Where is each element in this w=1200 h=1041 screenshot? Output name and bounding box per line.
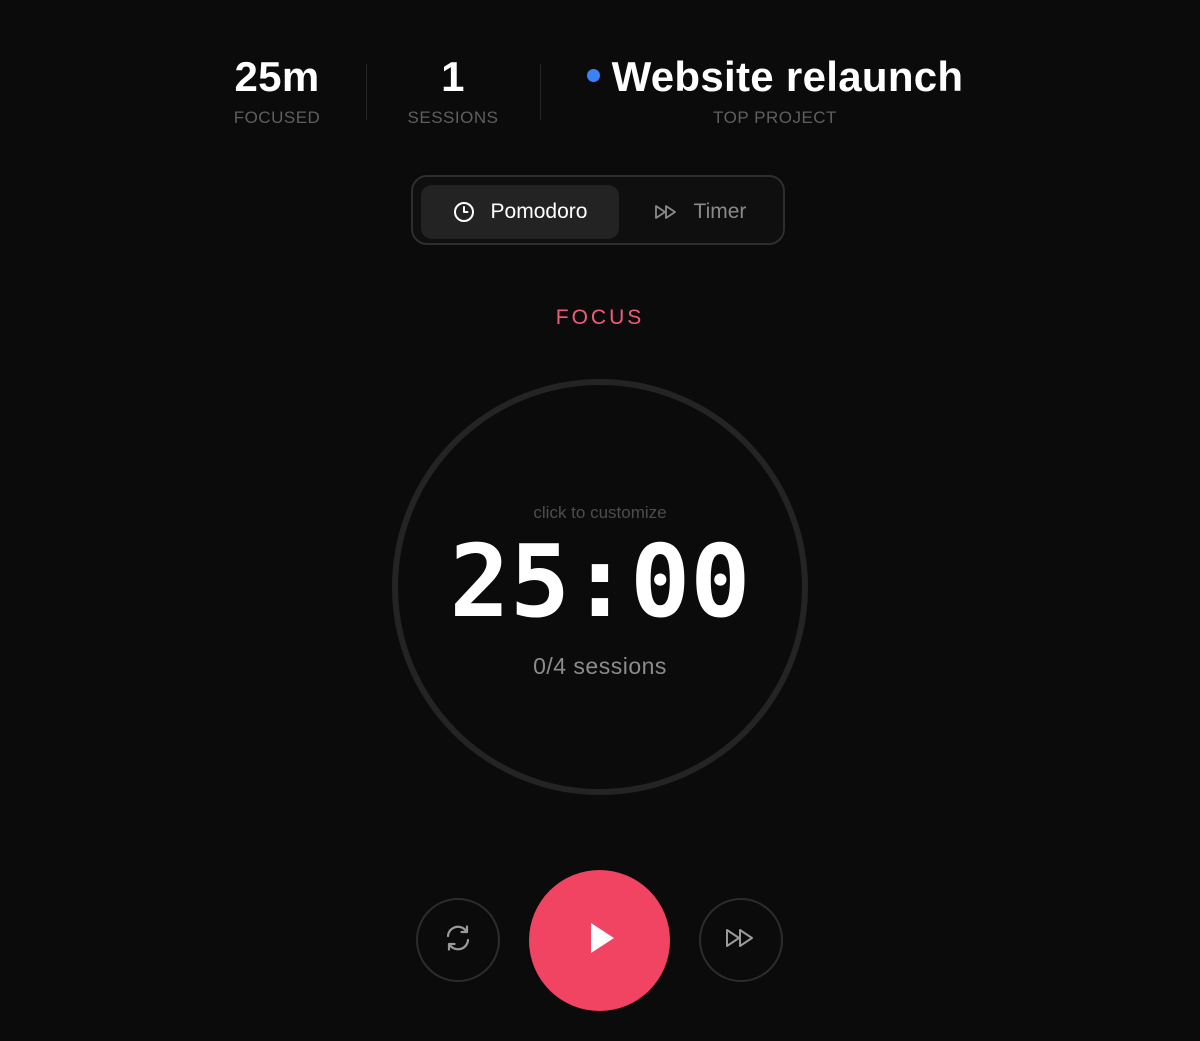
stat-focused: 25m FOCUSED bbox=[200, 52, 354, 128]
tab-pomodoro-label: Pomodoro bbox=[490, 200, 588, 223]
project-color-dot bbox=[586, 69, 600, 83]
time-display: 25:00 bbox=[449, 523, 751, 640]
fast-forward-icon bbox=[654, 204, 678, 220]
timer-ring[interactable]: click to customize 25:00 0/4 sessions bbox=[392, 379, 808, 795]
stat-divider bbox=[366, 64, 367, 120]
stat-top-project-value: Website relaunch bbox=[560, 52, 990, 102]
skip-forward-icon bbox=[725, 928, 757, 953]
stat-focused-label: FOCUSED bbox=[233, 108, 321, 127]
mode-toggle: Pomodoro Timer bbox=[411, 175, 785, 245]
skip-button[interactable] bbox=[699, 898, 783, 982]
stat-focused-value: 25m bbox=[234, 53, 320, 100]
stat-sessions-value: 1 bbox=[441, 53, 465, 100]
tab-pomodoro[interactable]: Pomodoro bbox=[421, 185, 619, 239]
session-count: 0/4 sessions bbox=[533, 653, 667, 679]
top-project-name: Website relaunch bbox=[611, 53, 964, 100]
play-icon bbox=[583, 920, 617, 961]
play-button[interactable] bbox=[529, 870, 670, 1011]
pomodoro-page: 25m FOCUSED 1 SESSIONS Website relaunch … bbox=[0, 0, 1200, 1041]
reset-button[interactable] bbox=[416, 898, 500, 982]
stat-sessions: 1 SESSIONS bbox=[378, 52, 528, 128]
stat-top-project-label: TOP PROJECT bbox=[713, 108, 837, 127]
stat-sessions-label: SESSIONS bbox=[407, 108, 499, 127]
customize-hint: click to customize bbox=[533, 503, 667, 522]
tab-timer[interactable]: Timer bbox=[625, 185, 775, 239]
tab-timer-label: Timer bbox=[693, 200, 747, 223]
refresh-icon bbox=[442, 922, 474, 959]
stat-divider bbox=[540, 64, 541, 120]
clock-icon bbox=[453, 201, 475, 223]
phase-label: FOCUS bbox=[555, 306, 645, 329]
stat-top-project: Website relaunch TOP PROJECT bbox=[560, 52, 990, 128]
